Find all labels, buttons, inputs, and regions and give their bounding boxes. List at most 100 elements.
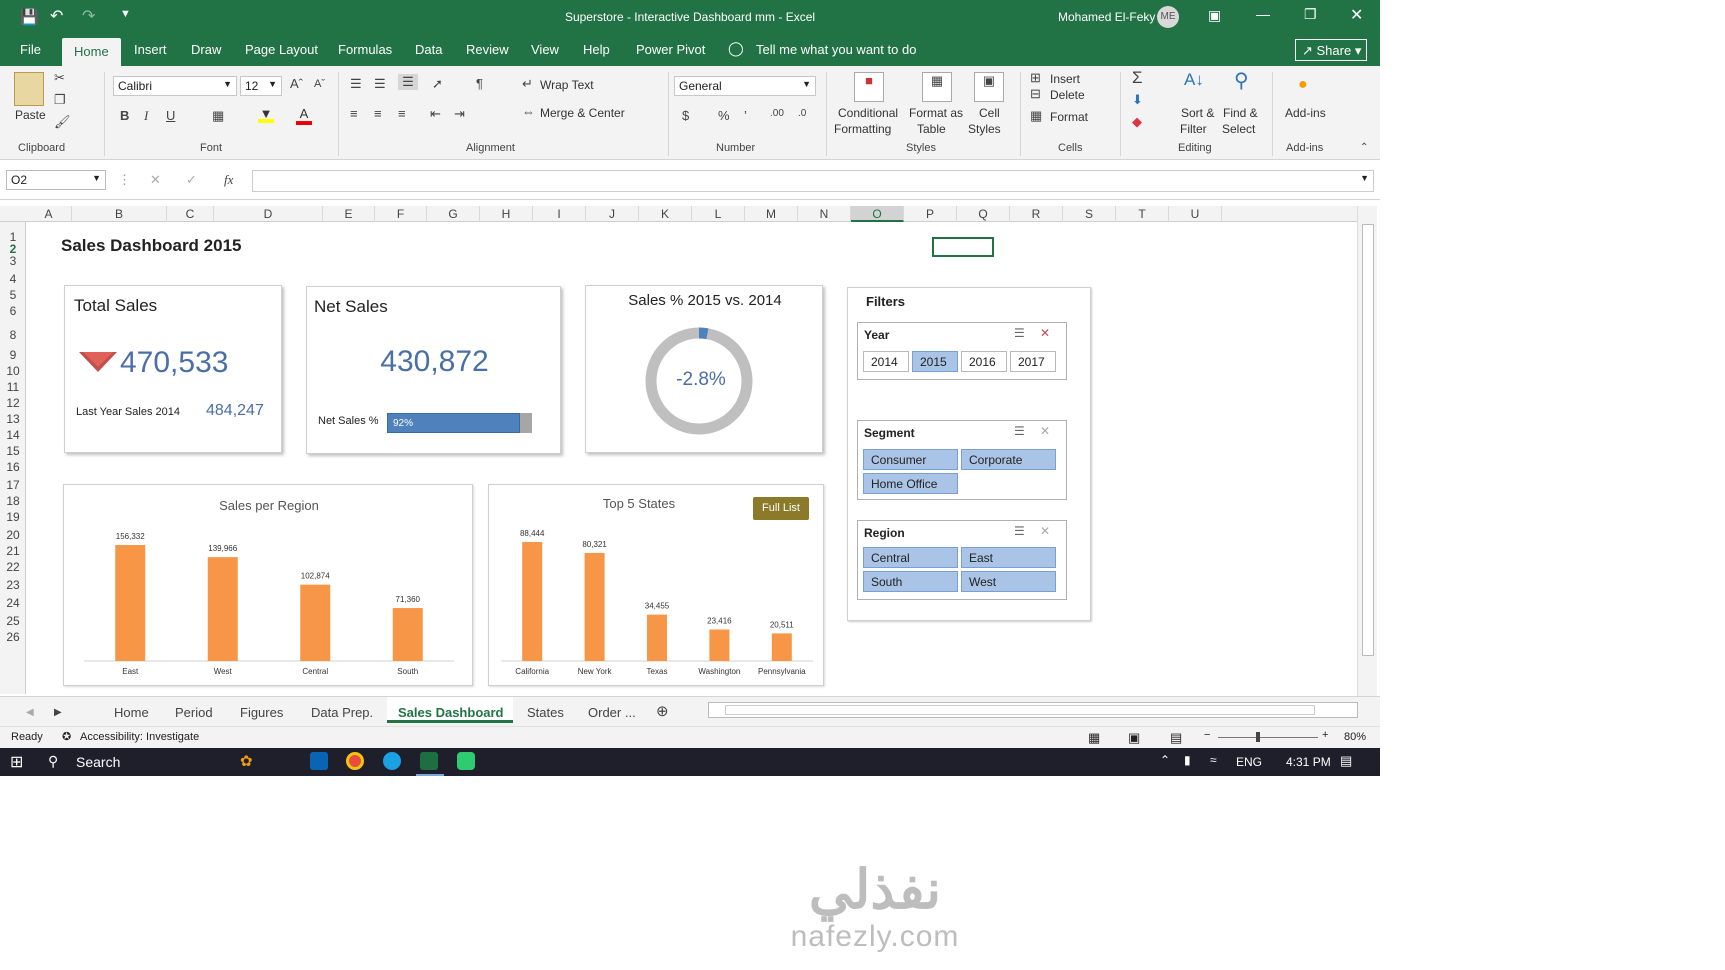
- addins-icon[interactable]: ●: [1298, 76, 1308, 94]
- column-header-a[interactable]: A: [26, 206, 72, 222]
- horizontal-scrollbar[interactable]: [708, 702, 1358, 718]
- sheet-tab-home[interactable]: Home: [114, 705, 149, 720]
- page-break-view-icon[interactable]: ▤: [1170, 730, 1182, 746]
- clear-icon[interactable]: ◆: [1132, 114, 1142, 130]
- enter-icon[interactable]: ✓: [186, 172, 197, 188]
- accessibility-status[interactable]: Accessibility: Investigate: [80, 731, 199, 743]
- app-icon[interactable]: [457, 752, 475, 770]
- column-header-r[interactable]: R: [1010, 206, 1063, 222]
- row-header-15[interactable]: 15: [0, 444, 26, 458]
- column-header-o[interactable]: O: [851, 206, 904, 222]
- column-header-i[interactable]: I: [533, 206, 586, 222]
- row-header-25[interactable]: 25: [0, 614, 26, 628]
- sheet-tab-period[interactable]: Period: [175, 705, 213, 720]
- sheet-tab-sales-dashboard[interactable]: Sales Dashboard: [398, 705, 504, 720]
- collapse-ribbon-icon[interactable]: ⌃: [1360, 142, 1368, 153]
- slicer-region-central[interactable]: Central: [863, 547, 958, 568]
- slicer-segment-corporate[interactable]: Corporate: [961, 449, 1056, 470]
- decrease-indent-icon[interactable]: ⇤: [430, 106, 441, 122]
- tab-power-pivot[interactable]: Power Pivot: [636, 42, 705, 57]
- top-5-states-chart[interactable]: Top 5 States Full List 88,444 California 8…: [488, 484, 824, 686]
- row-header-22[interactable]: 22: [0, 560, 26, 574]
- row-header-6[interactable]: 6: [0, 304, 26, 318]
- fill-color-icon[interactable]: ▼: [258, 106, 274, 123]
- notifications-icon[interactable]: ▤: [1340, 753, 1352, 769]
- align-right-icon[interactable]: ≡: [398, 106, 406, 121]
- sheet-tab-states[interactable]: States: [527, 705, 564, 720]
- find-select-icon[interactable]: ⚲: [1234, 68, 1249, 93]
- row-header-20[interactable]: 20: [0, 528, 26, 542]
- language-indicator[interactable]: ENG: [1236, 755, 1262, 769]
- avatar[interactable]: ME: [1157, 6, 1179, 28]
- minimize-icon[interactable]: —: [1256, 6, 1270, 22]
- font-size-select[interactable]: 12 ▼: [240, 76, 282, 96]
- bar-texas[interactable]: [647, 614, 667, 661]
- formula-input[interactable]: ▼: [252, 170, 1374, 192]
- slicer-year-2016[interactable]: 2016: [961, 351, 1007, 372]
- cell-styles-icon[interactable]: ▣: [974, 72, 1004, 102]
- clear-filter-icon[interactable]: ✕: [1040, 524, 1050, 538]
- edge-icon[interactable]: [383, 752, 401, 770]
- share-button[interactable]: ↗ Share ▾: [1295, 39, 1367, 61]
- decrease-font-icon[interactable]: Aˇ: [314, 78, 325, 90]
- row-header-13[interactable]: 13: [0, 412, 26, 426]
- row-header-18[interactable]: 18: [0, 494, 26, 508]
- delete-cells-button[interactable]: Delete: [1050, 88, 1085, 102]
- slicer-year-2015[interactable]: 2015: [912, 351, 958, 372]
- bar-central[interactable]: [300, 584, 331, 661]
- column-header-g[interactable]: G: [427, 206, 480, 222]
- widgets-icon[interactable]: ✿: [240, 752, 253, 770]
- tab-insert[interactable]: Insert: [134, 42, 167, 57]
- bar-pennsylvania[interactable]: [771, 633, 792, 661]
- format-as-table-icon[interactable]: ▦: [922, 72, 952, 102]
- format-painter-icon[interactable]: 🖌: [54, 114, 71, 130]
- font-color-icon[interactable]: A: [296, 106, 312, 125]
- row-header-14[interactable]: 14: [0, 428, 26, 442]
- wrap-text-button[interactable]: Wrap Text: [540, 78, 594, 92]
- number-format-select[interactable]: General ▼: [674, 76, 816, 96]
- scroll-right-icon[interactable]: ▶: [54, 707, 62, 718]
- addins-button[interactable]: Add-ins: [1285, 106, 1326, 120]
- tab-page-layout[interactable]: Page Layout: [245, 42, 318, 57]
- tab-file[interactable]: File: [20, 42, 41, 57]
- row-header-3[interactable]: 3: [0, 254, 26, 268]
- slicer-segment-consumer[interactable]: Consumer: [863, 449, 958, 470]
- slicer-year-2014[interactable]: 2014: [863, 351, 909, 372]
- cut-icon[interactable]: ✂: [54, 70, 65, 86]
- align-left-icon[interactable]: ≡: [350, 106, 358, 121]
- normal-view-icon[interactable]: ▦: [1088, 730, 1100, 746]
- sheet-tab-figures[interactable]: Figures: [240, 705, 283, 720]
- column-header-k[interactable]: K: [639, 206, 692, 222]
- italic-icon[interactable]: I: [144, 108, 148, 124]
- conditional-formatting-icon[interactable]: ■: [854, 72, 884, 102]
- add-sheet-icon[interactable]: ⊕: [656, 702, 669, 720]
- hscroll-thumb[interactable]: [725, 705, 1315, 715]
- sort-filter-icon[interactable]: A↓: [1184, 70, 1204, 90]
- cancel-icon[interactable]: ✕: [150, 172, 161, 188]
- slicer-region-east[interactable]: East: [961, 547, 1056, 568]
- column-header-t[interactable]: T: [1116, 206, 1169, 222]
- column-header-q[interactable]: Q: [957, 206, 1010, 222]
- slicer-region-south[interactable]: South: [863, 571, 958, 592]
- borders-icon[interactable]: ▦: [212, 108, 224, 124]
- clock[interactable]: 4:31 PM: [1286, 755, 1331, 769]
- text-direction-icon[interactable]: ¶: [476, 76, 483, 91]
- zoom-out-icon[interactable]: −: [1204, 729, 1210, 741]
- zoom-in-icon[interactable]: +: [1322, 729, 1328, 741]
- cell-styles-button[interactable]: Cell: [979, 106, 1000, 120]
- column-header-e[interactable]: E: [323, 206, 375, 222]
- multi-select-icon[interactable]: ☰: [1014, 326, 1025, 340]
- row-header-24[interactable]: 24: [0, 596, 26, 610]
- name-box[interactable]: O2 ▼: [6, 170, 106, 190]
- top-align-icon[interactable]: ☰: [350, 76, 362, 92]
- scrollbar-thumb[interactable]: [1362, 224, 1374, 656]
- row-header-21[interactable]: 21: [0, 544, 26, 558]
- page-layout-view-icon[interactable]: ▣: [1128, 730, 1140, 746]
- column-header-m[interactable]: M: [745, 206, 798, 222]
- row-header-11[interactable]: 11: [0, 380, 26, 394]
- format-as-table-button[interactable]: Format as: [909, 106, 963, 120]
- column-header-b[interactable]: B: [72, 206, 167, 222]
- tab-view[interactable]: View: [531, 42, 559, 57]
- orientation-icon[interactable]: ➚: [432, 76, 443, 92]
- autosum-icon[interactable]: Σ: [1132, 68, 1143, 88]
